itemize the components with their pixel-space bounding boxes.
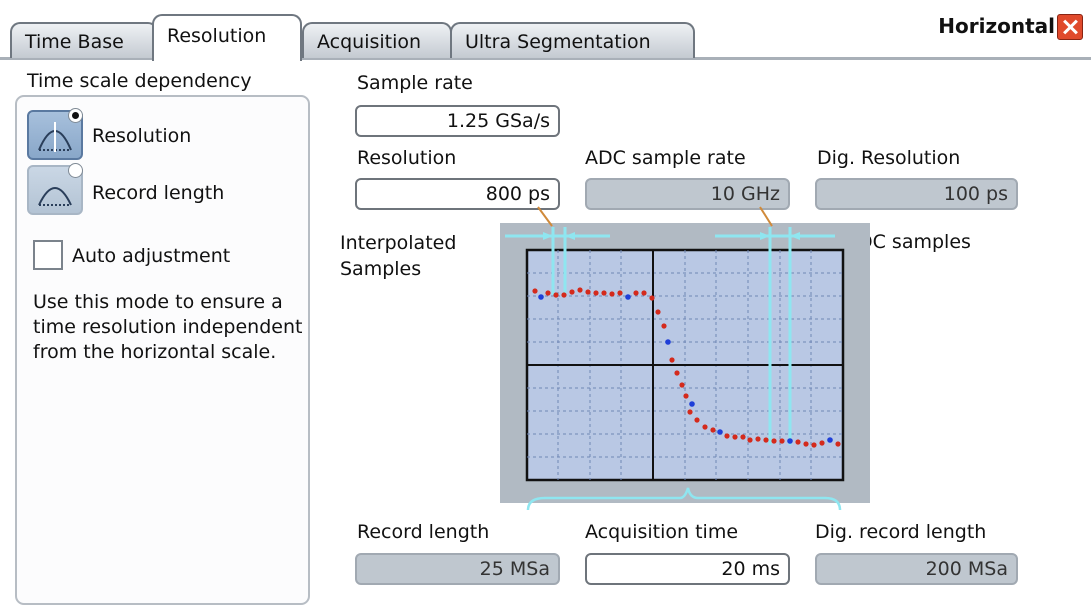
dig-record-length-label: Dig. record length <box>815 521 987 543</box>
acquisition-time-label: Acquisition time <box>585 521 739 543</box>
dig-record-length-field: 200 MSa <box>815 553 1018 585</box>
record-length-field: 25 MSa <box>355 553 560 585</box>
sampling-diagram <box>505 206 845 511</box>
acquisition-time-field[interactable]: 20 ms <box>585 553 790 585</box>
tab-resolution[interactable]: Resolution <box>152 14 302 61</box>
callout-lines <box>537 206 773 227</box>
record-length-label: Record length <box>357 521 490 543</box>
